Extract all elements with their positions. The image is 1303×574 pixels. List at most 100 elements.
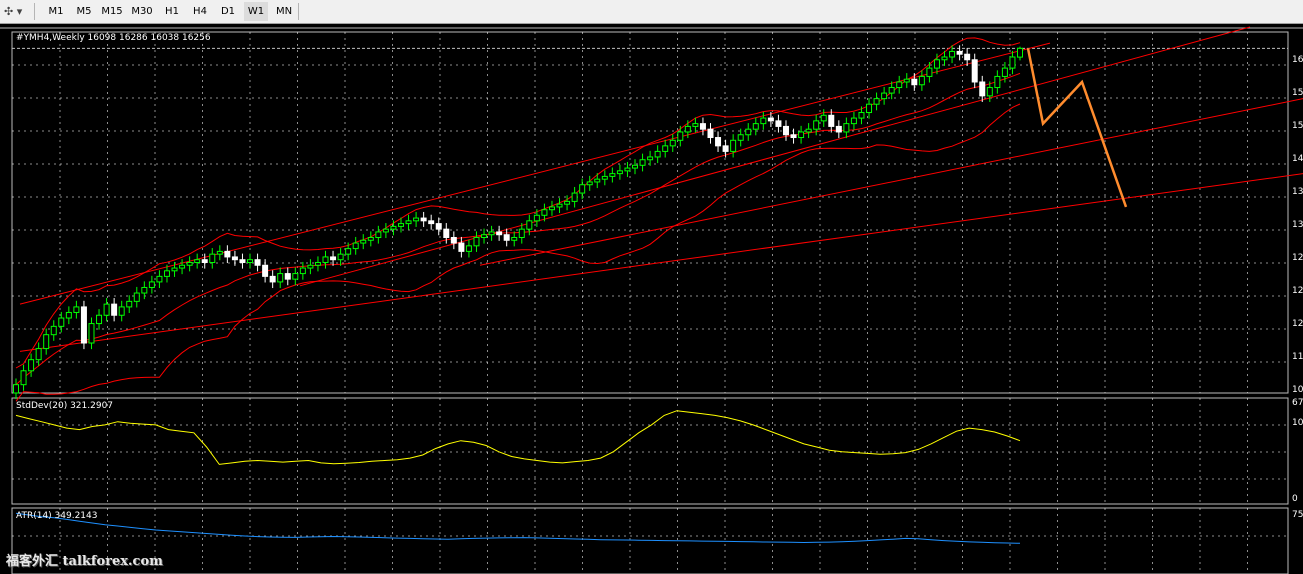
candle-body <box>488 231 495 236</box>
candle-body <box>148 281 155 288</box>
candle-body <box>911 78 918 86</box>
candle-body <box>413 217 420 222</box>
candle-body <box>73 306 80 313</box>
candle-body <box>813 120 820 130</box>
candle-body <box>450 236 457 244</box>
main-chart-title: #YMH4,Weekly 16098 16286 16038 16256 <box>16 33 211 43</box>
candle-body <box>163 270 170 277</box>
candle-body <box>481 234 488 238</box>
candle-body <box>601 175 608 180</box>
price-axis-label: 16 <box>1292 55 1303 65</box>
candle-body <box>556 203 563 208</box>
stddev-title: StdDev(20) 321.2907 <box>16 401 113 411</box>
candle-body <box>473 236 480 247</box>
price-axis-label: 10 <box>1292 385 1303 395</box>
timeframe-button-m5[interactable]: M5 <box>72 2 96 21</box>
candle-body <box>594 178 601 183</box>
candle-body <box>548 206 555 211</box>
candle-body <box>337 253 344 261</box>
candle-body <box>790 134 797 139</box>
candle-body <box>35 348 42 361</box>
candle-body <box>179 264 186 269</box>
candle-body <box>873 98 880 105</box>
price-axis-label: 11 <box>1292 352 1303 362</box>
candle-body <box>118 306 125 316</box>
candle-body <box>843 123 850 133</box>
candle-body <box>564 200 571 205</box>
candle-body <box>13 384 19 394</box>
timeframe-button-w1[interactable]: W1 <box>244 2 268 21</box>
candle-body <box>850 117 857 125</box>
candle-body <box>269 275 276 283</box>
candle-body <box>632 164 639 169</box>
timeframe-button-h4[interactable]: H4 <box>188 2 212 21</box>
candle-body <box>171 267 178 272</box>
candle-body <box>465 245 472 252</box>
candle-body <box>579 184 586 194</box>
candle-body <box>518 228 525 238</box>
timeframe-button-h1[interactable]: H1 <box>160 2 184 21</box>
candle-body <box>571 192 578 202</box>
candle-body <box>262 264 269 277</box>
candle-body <box>209 253 216 263</box>
crosshair-tools-icon[interactable]: ✣ ▾ <box>4 4 32 20</box>
timeframe-toolbar: ✣ ▾ M1 M5 M15 M30 H1 H4 D1 W1 MN <box>0 0 1303 24</box>
timeframe-button-m30[interactable]: M30 <box>130 2 154 21</box>
candle-body <box>956 50 963 55</box>
candle-body <box>662 145 669 152</box>
candle-body <box>647 156 654 161</box>
candle-body <box>314 261 321 266</box>
candle-body <box>511 236 518 241</box>
candle-body <box>730 139 737 152</box>
timeframe-button-m15[interactable]: M15 <box>100 2 124 21</box>
candle-body <box>775 120 782 127</box>
candle-body <box>760 117 767 125</box>
candle-body <box>986 87 993 97</box>
candle-body <box>224 250 231 258</box>
candle-body <box>141 286 148 294</box>
candle-body <box>541 209 548 216</box>
candle-body <box>111 303 118 316</box>
candle-body <box>835 125 842 133</box>
candle-body <box>284 273 291 280</box>
candle-body <box>971 59 978 83</box>
candle-body <box>692 123 699 127</box>
candle-body <box>382 228 389 233</box>
price-axis-label: 12 <box>1292 286 1303 296</box>
stddev-axis-bottom: 0 <box>1292 494 1298 504</box>
candle-body <box>624 167 631 172</box>
price-axis-label: 15 <box>1292 88 1303 98</box>
candle-body <box>828 114 835 127</box>
toolbar-separator <box>34 3 35 20</box>
candle-body <box>360 239 367 244</box>
chart-area[interactable]: 16 15 15 14 13 13 12 12 12 11 10 10 67 0 75 #YMH4,Week… <box>0 24 1303 574</box>
candle-body <box>866 103 873 114</box>
candle-body <box>496 231 503 236</box>
candle-body <box>805 128 812 133</box>
timeframe-button-m1[interactable]: M1 <box>44 2 68 21</box>
candle-body <box>526 220 533 230</box>
candle-body <box>133 292 140 302</box>
candle-body <box>307 264 314 269</box>
candle-body <box>28 359 35 372</box>
candle-body <box>903 78 910 83</box>
candle-body <box>737 134 744 141</box>
candle-body <box>299 267 306 275</box>
candle-body <box>247 259 254 263</box>
candle-body <box>639 159 646 166</box>
timeframe-button-d1[interactable]: D1 <box>216 2 240 21</box>
atr-axis-top: 75 <box>1292 510 1303 520</box>
candle-body <box>949 50 956 58</box>
candle-body <box>390 225 397 230</box>
candle-body <box>1017 47 1023 58</box>
candle-body <box>752 123 759 130</box>
candle-body <box>65 311 72 319</box>
candle-body <box>715 137 722 147</box>
candle-body <box>609 173 616 177</box>
candle-body <box>405 220 412 225</box>
candle-body <box>616 170 623 175</box>
candle-body <box>330 256 337 261</box>
watermark-logo: 福客外汇 talkforex.com <box>6 554 163 569</box>
timeframe-button-mn[interactable]: MN <box>272 2 296 21</box>
candle-body <box>586 181 593 186</box>
